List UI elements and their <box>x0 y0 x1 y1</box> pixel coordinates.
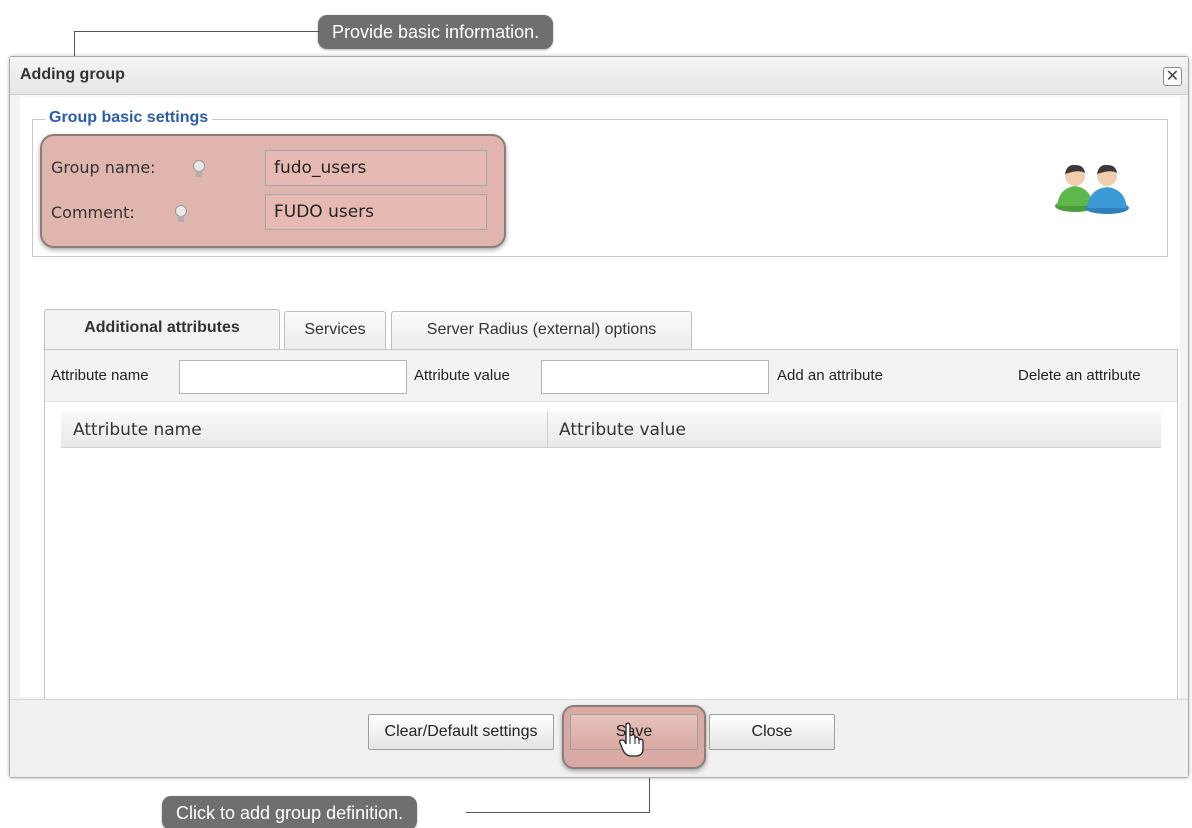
dialog-footer: Clear/Default settings Save Close <box>10 699 1188 777</box>
attribute-value-input[interactable] <box>541 360 769 394</box>
column-header-attribute-value[interactable]: Attribute value <box>547 412 1161 448</box>
close-icon[interactable]: ✕ <box>1163 67 1182 86</box>
additional-attributes-panel: Attribute name Attribute value Add an at… <box>44 349 1178 737</box>
callout-top: Provide basic information. <box>318 15 554 49</box>
users-icon <box>1055 164 1129 214</box>
comment-input[interactable]: FUDO users <box>265 194 487 230</box>
attribute-name-label: Attribute name <box>51 367 149 384</box>
dialog-title: Adding group <box>20 66 125 83</box>
clear-default-settings-button[interactable]: Clear/Default settings <box>368 714 554 750</box>
close-button[interactable]: Close <box>709 714 835 750</box>
tab-additional-attributes[interactable]: Additional attributes <box>44 309 280 349</box>
leader-line-bottom-horizontal <box>466 812 650 813</box>
column-header-attribute-name[interactable]: Attribute name <box>61 412 547 448</box>
attribute-toolbar: Attribute name Attribute value Add an at… <box>45 350 1177 402</box>
leader-line-bottom-vertical <box>649 778 650 813</box>
attribute-value-label: Attribute value <box>414 367 510 384</box>
group-name-label: Group name: <box>51 158 156 177</box>
dialog-titlebar: Adding group ✕ <box>10 57 1188 95</box>
leader-line-top-horizontal <box>74 31 320 32</box>
add-attribute-button[interactable]: Add an attribute <box>777 367 883 384</box>
fieldset-legend: Group basic settings <box>45 109 213 127</box>
delete-attribute-button[interactable]: Delete an attribute <box>1018 367 1141 384</box>
attribute-name-input[interactable] <box>179 360 407 394</box>
attributes-grid-header: Attribute name Attribute value <box>61 412 1161 448</box>
screen: Provide basic information. Adding group … <box>0 0 1192 828</box>
group-name-input[interactable]: fudo_users <box>265 150 487 186</box>
hint-bulb-icon[interactable] <box>175 205 187 223</box>
hand-cursor-icon <box>619 722 644 757</box>
dialog-content: Group basic settings Group name: fudo_us… <box>20 97 1180 737</box>
adding-group-dialog: Adding group ✕ Group basic settings Grou… <box>9 56 1189 778</box>
group-basic-settings-fieldset: Group basic settings Group name: fudo_us… <box>32 109 1168 257</box>
tab-server-radius-options[interactable]: Server Radius (external) options <box>391 311 692 349</box>
tab-services[interactable]: Services <box>284 311 386 349</box>
hint-bulb-icon[interactable] <box>193 160 205 178</box>
comment-label: Comment: <box>51 203 135 222</box>
callout-bottom: Click to add group definition. <box>162 796 418 828</box>
